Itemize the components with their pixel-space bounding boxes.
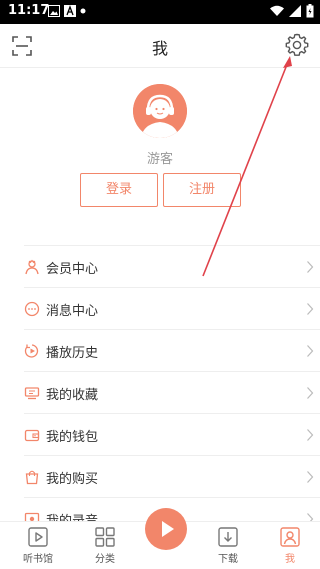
gear-icon[interactable] [284, 32, 310, 58]
menu-item-label: 我的钱包 [46, 430, 99, 445]
vip-icon [25, 259, 39, 275]
a-notification-icon [64, 5, 76, 17]
chevron-right-icon [307, 471, 314, 483]
library-icon [28, 527, 48, 547]
chevron-right-icon [307, 345, 314, 357]
nav-label: 我 [285, 554, 295, 565]
favorites-icon [24, 387, 40, 400]
login-button[interactable]: 登录 [80, 173, 158, 207]
menu-item-favorites[interactable]: 我的收藏 [24, 371, 320, 413]
user-avatar-icon [133, 84, 187, 138]
chevron-right-icon [307, 261, 314, 273]
chevron-right-icon [307, 303, 314, 315]
nav-item-library[interactable]: 听书馆 [10, 526, 66, 565]
nav-label: 分类 [95, 554, 115, 565]
nav-item-category[interactable]: 分类 [77, 526, 133, 565]
nav-item-me[interactable]: 我 [262, 526, 318, 565]
chevron-right-icon [307, 429, 314, 441]
status-time: 11:17 [8, 3, 50, 18]
message-icon [24, 301, 40, 317]
bottom-nav: 听书馆 分类 下载 我 [0, 508, 320, 569]
signal-icon [289, 5, 301, 17]
status-bar: 11:17 [0, 0, 320, 24]
page-title: 我 [151, 39, 168, 58]
wallet-icon [24, 429, 40, 442]
menu-item-purchases[interactable]: 我的购买 [24, 455, 320, 497]
menu-item-label: 会员中心 [46, 262, 99, 277]
category-icon [95, 527, 115, 547]
avatar[interactable] [133, 84, 187, 138]
guest-name: 游客 [146, 152, 173, 167]
chevron-right-icon [307, 387, 314, 399]
menu-item-label: 我的收藏 [46, 388, 99, 403]
dot-notification-icon [80, 8, 86, 14]
header: 我 [0, 24, 320, 68]
play-icon [162, 521, 174, 537]
user-icon [280, 527, 300, 547]
history-icon [24, 344, 39, 358]
menu-item-label: 我的购买 [46, 472, 99, 487]
wifi-icon [270, 5, 284, 16]
menu-item-history[interactable]: 播放历史 [24, 329, 320, 371]
image-notification-icon [48, 5, 60, 17]
menu-item-wallet[interactable]: 我的钱包 [24, 413, 320, 455]
menu-item-label: 消息中心 [46, 304, 99, 319]
register-button[interactable]: 注册 [163, 173, 241, 207]
menu-item-messages[interactable]: 消息中心 [24, 287, 320, 329]
nav-label: 听书馆 [23, 554, 53, 565]
download-icon [218, 527, 238, 547]
menu-list: 会员中心 消息中心 播放历史 我的收藏 我的钱包 我的购买 [24, 245, 320, 539]
battery-icon [306, 4, 314, 18]
menu-item-label: 播放历史 [46, 346, 99, 361]
menu-item-vip[interactable]: 会员中心 [24, 245, 320, 287]
play-button[interactable] [145, 508, 187, 550]
purchase-icon [25, 470, 39, 485]
nav-item-download[interactable]: 下载 [200, 526, 256, 565]
nav-label: 下载 [218, 554, 238, 565]
